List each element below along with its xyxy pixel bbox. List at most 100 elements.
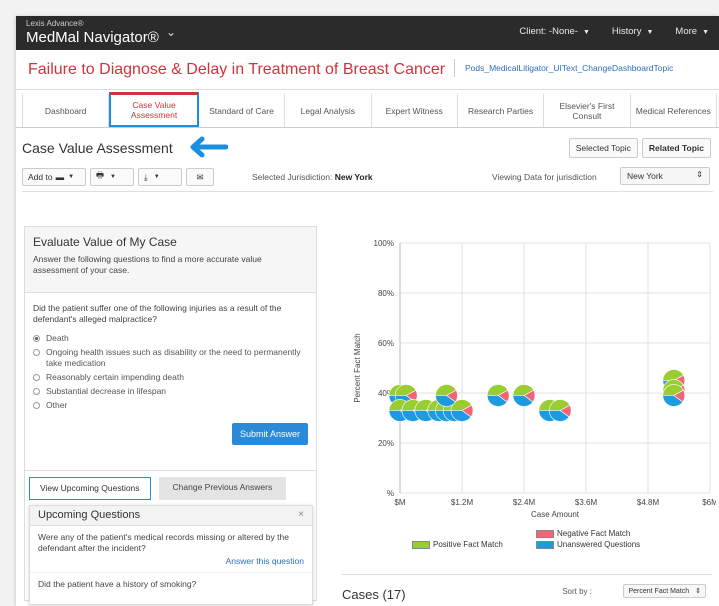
history-label: History xyxy=(611,26,642,37)
tab-first-consult[interactable]: Elsevier's First Consult xyxy=(544,94,631,127)
tab-research-parties[interactable]: Research Parties xyxy=(458,94,545,127)
tab-dashboard[interactable]: Dashboard xyxy=(22,94,110,127)
x-tick-label: $1.2M xyxy=(451,498,474,507)
view-upcoming-questions-button[interactable]: View Upcoming Questions xyxy=(29,477,151,500)
evaluate-description: Answer the following questions to find a… xyxy=(33,254,262,275)
x-tick-label: $4.8M xyxy=(637,498,660,507)
download-button[interactable]: ⤓ ▼ xyxy=(138,168,182,186)
option-label: Ongoing health issues such as disability… xyxy=(46,347,301,368)
caret-down-icon: ▼ xyxy=(702,29,709,36)
client-label: Client: -None- xyxy=(519,26,578,37)
data-point[interactable] xyxy=(662,384,686,407)
history-menu[interactable]: History ▼ xyxy=(612,26,654,37)
y-tick-label: % xyxy=(387,489,394,498)
change-topic-link[interactable]: Pods_MedicalLitigator_UIText_ChangeDashb… xyxy=(454,59,673,77)
question-text: Did the patient suffer one of the follow… xyxy=(33,303,282,324)
jurisdiction-select[interactable]: New York ⇕ xyxy=(620,167,710,185)
arrow-left-icon xyxy=(190,136,228,158)
submit-answer-button[interactable]: Submit Answer xyxy=(231,423,308,445)
toolbar: Add to ▬ ▼ 🖶 ▼ ⤓ ▼ ✉ Selected Jurisdicti… xyxy=(22,164,713,192)
top-nav: Client: -None- ▼ History ▼ More ▼ xyxy=(519,26,709,37)
evaluate-panel: Evaluate Value of My Case Answer the fol… xyxy=(24,226,317,605)
x-tick-label: $6M xyxy=(702,498,716,507)
option-label: Death xyxy=(46,333,69,343)
download-icon: ⤓ xyxy=(144,171,148,182)
tab-medical-references[interactable]: Medical References xyxy=(631,94,717,127)
caret-down-icon: ▼ xyxy=(68,174,75,180)
caret-down-icon: ▼ xyxy=(646,29,654,36)
cases-bar: Cases (17) Sort by : Percent Fact Match … xyxy=(342,574,712,604)
select-arrows-icon: ⇕ xyxy=(696,170,703,179)
tab-standard-of-care[interactable]: Standard of Care xyxy=(199,94,286,127)
tab-legal-analysis[interactable]: Legal Analysis xyxy=(285,94,372,127)
sort-select-value: Percent Fact Match xyxy=(628,588,690,595)
legend-label: Positive Fact Match xyxy=(433,540,503,549)
jurisdiction-select-value: New York xyxy=(627,171,663,181)
option-impending-death[interactable]: Reasonably certain impending death xyxy=(33,372,308,383)
more-label: More xyxy=(675,26,698,37)
x-tick-label: $M xyxy=(394,498,405,507)
section-header: Case Value Assessment Selected Topic Rel… xyxy=(16,128,719,164)
data-point[interactable] xyxy=(435,384,458,407)
answer-question-link[interactable]: Answer this question xyxy=(30,554,312,568)
y-tick-label: 100% xyxy=(374,239,394,248)
y-tick-label: 60% xyxy=(378,339,394,348)
scatter-chart: %20%40%60%80%100%$M $1.2M $2.4M $3.6M $4.8M $… xyxy=(353,239,716,519)
data-point[interactable] xyxy=(486,384,510,407)
radio-button[interactable] xyxy=(33,402,40,409)
select-arrows-icon: ⇕ xyxy=(695,588,701,595)
client-menu[interactable]: Client: -None- ▼ xyxy=(519,26,590,37)
chart-legend: Negative Fact Match Positive Fact Match … xyxy=(390,529,650,555)
y-axis-label: Percent Fact Match xyxy=(353,333,362,402)
selected-topic-button[interactable]: Selected Topic xyxy=(568,138,638,158)
legend-item-positive: Positive Fact Match xyxy=(412,540,503,549)
title-bar: Failure to Diagnose & Delay in Treatment… xyxy=(16,50,719,90)
answer-options: Death Ongoing health issues such as disa… xyxy=(25,325,316,411)
change-previous-answers-button[interactable]: Change Previous Answers xyxy=(158,477,287,500)
more-menu[interactable]: More ▼ xyxy=(675,26,709,37)
cases-count: Cases (17) xyxy=(342,587,406,602)
caret-down-icon: ▼ xyxy=(153,174,160,180)
viewing-label: Viewing Data for jurisdiction xyxy=(492,172,597,182)
data-point[interactable] xyxy=(512,384,536,407)
radio-button[interactable] xyxy=(33,374,40,381)
folder-icon: ▬ xyxy=(55,172,65,182)
tab-expert-witness[interactable]: Expert Witness xyxy=(372,94,458,127)
app-window: Lexis Advance® MedMal Navigator® ⌄ Clien… xyxy=(16,16,719,606)
option-decrease-lifespan[interactable]: Substantial decrease in lifespan xyxy=(33,386,308,397)
sort-select[interactable]: Percent Fact Match ⇕ xyxy=(623,584,706,598)
chevron-down-icon[interactable]: ⌄ xyxy=(166,25,176,39)
legend-swatch xyxy=(536,540,554,549)
evaluate-title: Evaluate Value of My Case xyxy=(33,235,177,249)
print-button[interactable]: 🖶 ▼ xyxy=(90,168,134,186)
option-other[interactable]: Other xyxy=(33,400,308,411)
y-tick-label: 20% xyxy=(378,439,394,448)
page-title: Failure to Diagnose & Delay in Treatment… xyxy=(28,61,446,78)
data-point[interactable] xyxy=(548,399,572,422)
related-topic-button[interactable]: Related Topic xyxy=(641,138,711,158)
evaluate-header: Evaluate Value of My Case Answer the fol… xyxy=(25,227,316,293)
jurisdiction-label: Selected Jurisdiction: xyxy=(252,172,333,182)
legend-swatch xyxy=(412,540,430,549)
brand-name: MedMal Navigator® xyxy=(26,29,159,46)
add-to-button[interactable]: Add to ▬ ▼ xyxy=(22,168,86,186)
option-ongoing-health[interactable]: Ongoing health issues such as disability… xyxy=(33,347,308,369)
radio-button[interactable] xyxy=(33,349,40,356)
section-title: Case Value Assessment xyxy=(22,140,173,156)
option-label: Other xyxy=(46,400,68,410)
caret-down-icon: ▼ xyxy=(582,29,590,36)
radio-button[interactable] xyxy=(33,335,40,342)
close-icon[interactable]: × xyxy=(298,509,304,520)
top-bar: Lexis Advance® MedMal Navigator® ⌄ Clien… xyxy=(16,16,719,50)
legend-label: Negative Fact Match xyxy=(557,529,631,538)
option-death[interactable]: Death xyxy=(33,333,308,344)
legend-item-negative: Negative Fact Match xyxy=(536,529,630,538)
upcoming-question: Did the patient have a history of smokin… xyxy=(30,572,312,595)
radio-button[interactable] xyxy=(33,388,40,395)
legend-item-unanswered: Unanswered Questions xyxy=(536,540,640,549)
legend-swatch xyxy=(536,529,554,538)
email-button[interactable]: ✉ xyxy=(186,168,214,186)
brand[interactable]: Lexis Advance® MedMal Navigator® xyxy=(26,19,159,47)
upcoming-questions-popup: Upcoming Questions × Were any of the pat… xyxy=(29,505,313,605)
tab-case-value-assessment[interactable]: Case Value Assessment xyxy=(109,92,199,127)
